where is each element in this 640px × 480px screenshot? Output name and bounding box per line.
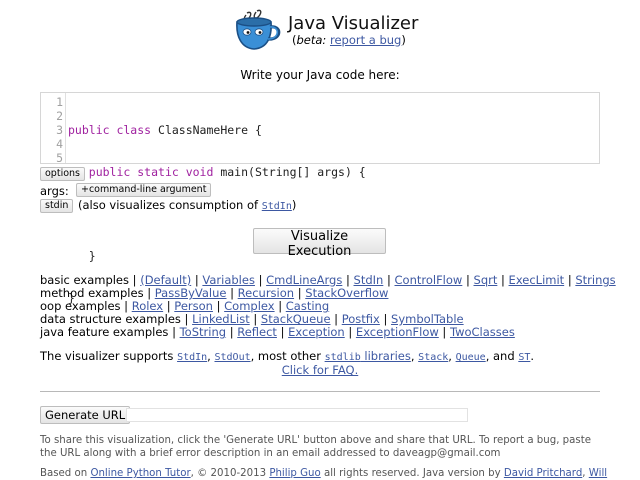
code-keyword: public class bbox=[68, 123, 152, 137]
report-bug-link[interactable]: report a bug bbox=[330, 33, 401, 47]
footer-text: Based on bbox=[40, 468, 91, 479]
stdlib-libraries-link[interactable]: stdlib libraries bbox=[325, 349, 411, 363]
share-instructions: To share this visualization, click the '… bbox=[40, 435, 591, 459]
queue-link[interactable]: Queue bbox=[456, 352, 486, 363]
beta-label: beta: bbox=[296, 33, 327, 47]
example-link[interactable]: Person bbox=[174, 299, 213, 313]
example-category-label: data structure examples bbox=[40, 312, 181, 326]
example-link[interactable]: Rolex bbox=[132, 299, 163, 313]
code-prompt: Write your Java code here: bbox=[240, 68, 400, 82]
faq-link[interactable]: Click for FAQ. bbox=[282, 363, 358, 377]
line-number: 5 bbox=[56, 151, 63, 165]
example-category-label: java feature examples bbox=[40, 325, 169, 339]
code-editor[interactable]: 1 2 3 4 5 public class ClassNameHere { p… bbox=[40, 92, 600, 305]
libraries-text: libraries bbox=[360, 349, 411, 363]
url-output-field[interactable] bbox=[126, 408, 468, 422]
examples-list: basic examples | (Default) | Variables |… bbox=[40, 274, 620, 339]
footer: Based on Online Python Tutor, © 2010-201… bbox=[40, 468, 640, 479]
example-link[interactable]: StackOverflow bbox=[305, 286, 388, 300]
example-link[interactable]: CmdLineArgs bbox=[266, 273, 342, 287]
example-link[interactable]: Variables bbox=[202, 273, 255, 287]
support-mid: , most other bbox=[250, 349, 325, 363]
example-link[interactable]: Reflect bbox=[237, 325, 277, 339]
example-link[interactable]: LinkedList bbox=[192, 312, 250, 326]
example-link[interactable]: ControlFlow bbox=[395, 273, 463, 287]
args-label: args: bbox=[40, 184, 69, 198]
example-link[interactable]: Strings bbox=[575, 273, 615, 287]
support-end: . bbox=[530, 349, 535, 363]
support-text: The visualizer supports StdIn, StdOut, m… bbox=[40, 349, 535, 363]
support-prefix: The visualizer supports bbox=[40, 349, 178, 363]
visualize-execution-button[interactable]: Visualize Execution bbox=[253, 228, 386, 259]
generate-url-button[interactable]: Generate URL bbox=[40, 406, 131, 424]
code-line: public class ClassNameHere { bbox=[68, 123, 366, 137]
beta-note: (beta: report a bug) bbox=[292, 33, 406, 47]
code-keyword: public static void bbox=[88, 165, 214, 179]
stdin-doc-link[interactable]: StdIn bbox=[262, 201, 292, 212]
example-category-label: oop examples bbox=[40, 299, 121, 313]
beta-close-paren: ) bbox=[401, 33, 406, 47]
stack-link[interactable]: Stack bbox=[418, 352, 448, 363]
line-number: 4 bbox=[56, 137, 63, 151]
code-rest: ClassNameHere { bbox=[151, 123, 262, 137]
faq-row: Click for FAQ. bbox=[0, 363, 640, 377]
example-link[interactable]: ExceptionFlow bbox=[356, 325, 439, 339]
stdin-link[interactable]: StdIn bbox=[177, 352, 207, 363]
footer-rights: all rights reserved. Java version by bbox=[320, 468, 504, 479]
example-link[interactable]: Sqrt bbox=[474, 273, 498, 287]
online-python-tutor-link[interactable]: Online Python Tutor bbox=[90, 468, 190, 479]
example-category-label: basic examples bbox=[40, 273, 130, 287]
stdin-button[interactable]: stdin bbox=[40, 199, 74, 213]
line-number: 1 bbox=[56, 95, 63, 109]
will-link[interactable]: Will bbox=[589, 468, 607, 479]
page-title: Java Visualizer bbox=[288, 13, 419, 34]
philip-guo-link[interactable]: Philip Guo bbox=[269, 468, 320, 479]
add-argument-button[interactable]: +command-line argument bbox=[76, 183, 212, 197]
code-rest: } bbox=[88, 249, 96, 263]
example-link[interactable]: TwoClasses bbox=[450, 325, 515, 339]
line-number: 2 bbox=[56, 109, 63, 123]
example-link[interactable]: (Default) bbox=[140, 273, 191, 287]
example-link[interactable]: StackQueue bbox=[261, 312, 331, 326]
line-number: 3 bbox=[56, 123, 63, 137]
example-link[interactable]: Recursion bbox=[238, 286, 294, 300]
example-category-label: method examples bbox=[40, 286, 144, 300]
stdout-link[interactable]: StdOut bbox=[214, 352, 250, 363]
support-and: , and bbox=[485, 349, 519, 363]
divider bbox=[40, 391, 600, 392]
code-line: public static void main(String[] args) { bbox=[68, 165, 366, 179]
example-link[interactable]: PassByValue bbox=[155, 286, 227, 300]
example-row: java feature examples | ToString | Refle… bbox=[40, 325, 515, 339]
stdin-desc-text: (also visualizes consumption of bbox=[78, 198, 262, 212]
example-link[interactable]: Complex bbox=[224, 299, 274, 313]
stdin-desc-close: ) bbox=[291, 198, 297, 212]
example-link[interactable]: StdIn bbox=[354, 273, 384, 287]
line-number-gutter: 1 2 3 4 5 bbox=[41, 95, 63, 165]
david-pritchard-link[interactable]: David Pritchard bbox=[504, 468, 582, 479]
header: Java Visualizer (beta: report a bug) bbox=[232, 8, 432, 54]
coffee-cup-logo-icon bbox=[236, 9, 281, 50]
stdlib-code: stdlib bbox=[324, 352, 361, 363]
example-link[interactable]: ToString bbox=[180, 325, 226, 339]
options-button[interactable]: options bbox=[40, 167, 85, 181]
st-link[interactable]: ST bbox=[518, 352, 530, 363]
example-link[interactable]: SymbolTable bbox=[391, 312, 464, 326]
example-link[interactable]: Postfix bbox=[342, 312, 380, 326]
footer-copyright: , © 2010-2013 bbox=[190, 468, 270, 479]
example-link[interactable]: Exception bbox=[288, 325, 345, 339]
example-link[interactable]: Casting bbox=[286, 299, 329, 313]
code-rest: main(String[] args) { bbox=[213, 165, 366, 179]
gutter-divider bbox=[65, 93, 66, 163]
example-link[interactable]: ExecLimit bbox=[509, 273, 565, 287]
stdin-description: (also visualizes consumption of StdIn) bbox=[78, 198, 296, 212]
